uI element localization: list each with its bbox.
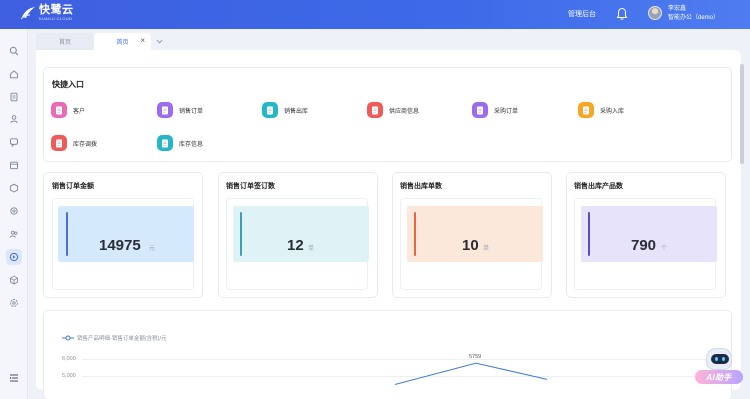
ai-assistant-button[interactable]: AI助手	[695, 345, 745, 389]
line-chart	[394, 362, 548, 385]
series-line	[394, 362, 548, 385]
robot-icon	[706, 348, 732, 370]
ai-assistant-label: AI助手	[706, 372, 732, 382]
